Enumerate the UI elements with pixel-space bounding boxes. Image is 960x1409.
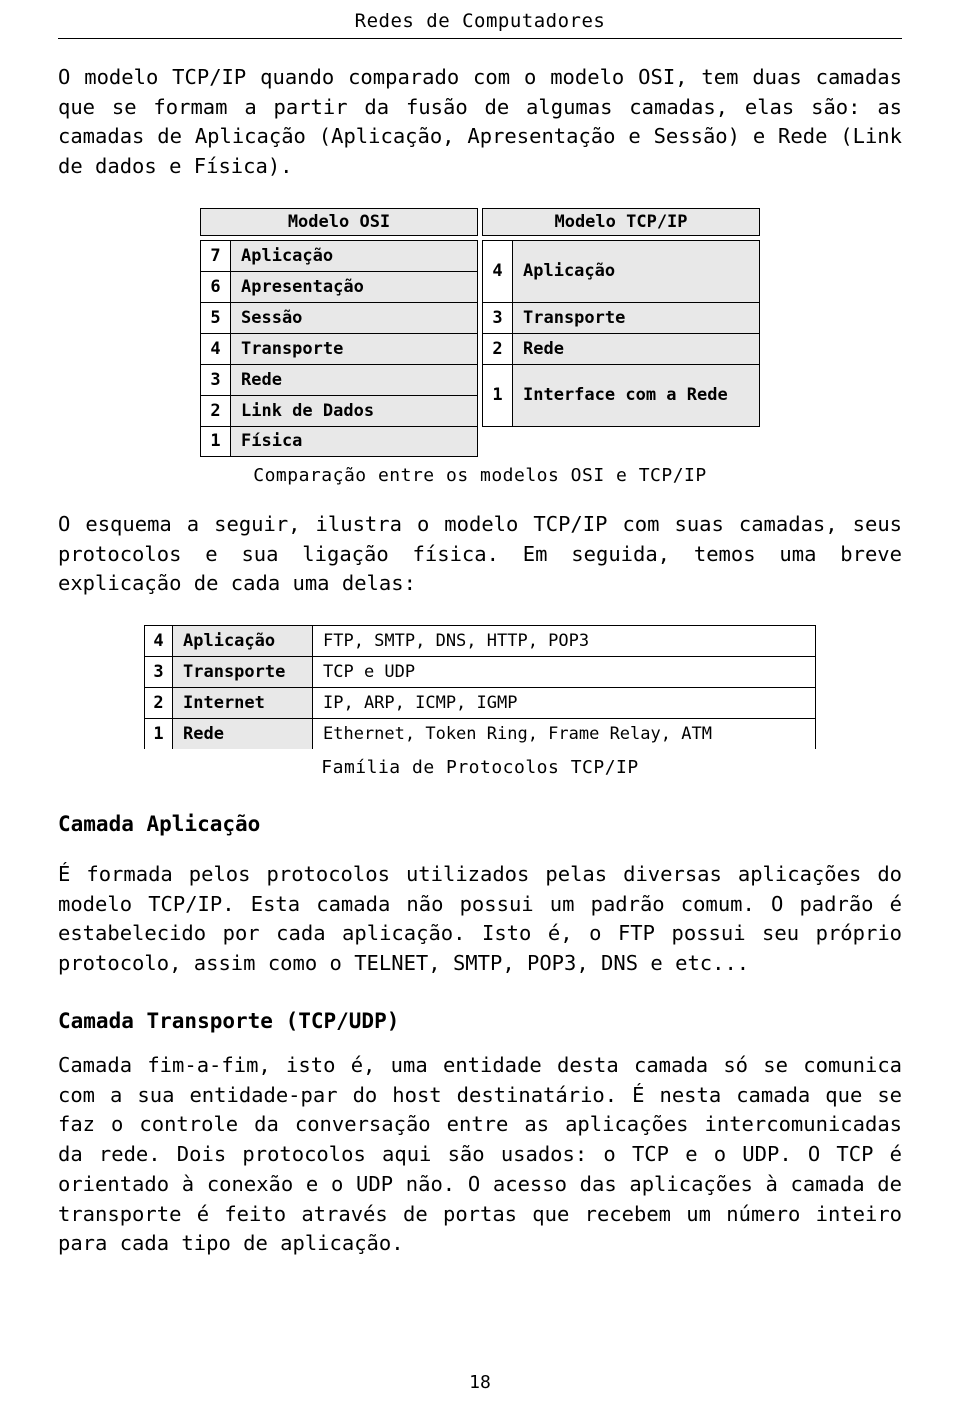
header-title: Redes de Computadores (354, 10, 606, 32)
protocol-list: Ethernet, Token Ring, Frame Relay, ATM (313, 719, 815, 750)
comparison-table-body: 7 Aplicação 6 Apresentação 5 Sessão 4 Tr… (200, 239, 760, 457)
protocol-layer-name: Rede (173, 719, 313, 750)
protocol-layer-number: 4 (145, 626, 173, 657)
protocol-list: FTP, SMTP, DNS, HTTP, POP3 (313, 626, 815, 657)
osi-row: 6 Apresentação (200, 270, 478, 302)
osi-row: 1 Física (200, 425, 478, 457)
tcpip-layer-number: 2 (483, 333, 513, 364)
osi-column: 7 Aplicação 6 Apresentação 5 Sessão 4 Tr… (200, 239, 478, 457)
header-divider (58, 38, 902, 39)
osi-layer-number: 4 (201, 333, 231, 364)
osi-row: 5 Sessão (200, 301, 478, 333)
osi-layer-number: 1 (201, 426, 231, 456)
tcpip-layer-name: Interface com a Rede (523, 385, 728, 406)
osi-row: 3 Rede (200, 363, 478, 395)
protocol-layer-number: 3 (145, 657, 173, 688)
protocol-list: TCP e UDP (313, 657, 815, 688)
osi-row: 4 Transporte (200, 332, 478, 364)
osi-layer-number: 5 (201, 302, 231, 333)
comparison-table: Modelo OSI Modelo TCP/IP 7 Aplicação 6 A… (200, 207, 760, 486)
tcpip-layer-name: Rede (523, 338, 564, 359)
tcpip-layer-number: 1 (483, 364, 513, 426)
comparison-figure: Modelo OSI Modelo TCP/IP 7 Aplicação 6 A… (58, 207, 902, 486)
osi-layer-number: 7 (201, 240, 231, 271)
osi-layer-number: 6 (201, 271, 231, 302)
osi-layer-name: Apresentação (241, 276, 364, 297)
osi-layer-number: 3 (201, 364, 231, 395)
mid-paragraph: O esquema a seguir, ilustra o modelo TCP… (58, 511, 902, 596)
tcpip-column: 4 Aplicação 3 Transporte 2 Rede 1 Interf… (482, 239, 760, 457)
document-page: Redes de Computadores O modelo TCP/IP qu… (0, 0, 960, 1409)
intro-paragraph: O modelo TCP/IP quando comparado com o m… (58, 65, 902, 179)
tcpip-row: 3 Transporte (482, 301, 760, 333)
protocol-caption: Família de Protocolos TCP/IP (321, 757, 639, 779)
section-text-aplicacao: É formada pelos protocolos utilizados pe… (58, 862, 902, 976)
comparison-caption: Comparação entre os modelos OSI e TCP/IP (253, 464, 707, 486)
protocol-figure: 4 Aplicação FTP, SMTP, DNS, HTTP, POP3 3… (58, 625, 902, 778)
protocol-row: 4 Aplicação FTP, SMTP, DNS, HTTP, POP3 (144, 625, 816, 657)
protocol-layer-name: Transporte (173, 657, 313, 688)
tcpip-layer-number: 3 (483, 302, 513, 333)
osi-layer-name: Aplicação (241, 245, 334, 266)
protocol-layer-name: Internet (173, 688, 313, 719)
tcpip-row: 2 Rede (482, 332, 760, 364)
section-heading-aplicacao: Camada Aplicação (58, 812, 261, 837)
header-cell-tcpip: Modelo TCP/IP (482, 207, 760, 236)
tcpip-layer-name: Aplicação (523, 261, 616, 282)
protocol-table: 4 Aplicação FTP, SMTP, DNS, HTTP, POP3 3… (144, 625, 816, 778)
osi-layer-name: Link de Dados (241, 400, 375, 421)
protocol-row: 3 Transporte TCP e UDP (144, 656, 816, 688)
protocol-layer-name: Aplicação (173, 626, 313, 657)
protocol-layer-number: 1 (145, 719, 173, 750)
osi-layer-name: Transporte (241, 338, 344, 359)
tcpip-layer-number: 4 (483, 240, 513, 302)
tcpip-row: 4 Aplicação (482, 239, 760, 302)
section-text-transporte: Camada fim-a-fim, isto é, uma entidade d… (58, 1052, 902, 1256)
protocol-list: IP, ARP, ICMP, IGMP (313, 688, 815, 719)
page-header: Redes de Computadores (58, 0, 902, 38)
osi-layer-number: 2 (201, 395, 231, 426)
osi-layer-name: Sessão (241, 307, 303, 328)
tcpip-row: 1 Interface com a Rede (482, 363, 760, 427)
osi-row: 2 Link de Dados (200, 394, 478, 426)
protocol-layer-number: 2 (145, 688, 173, 719)
protocol-row: 2 Internet IP, ARP, ICMP, IGMP (144, 687, 816, 719)
comparison-table-header: Modelo OSI Modelo TCP/IP (200, 207, 760, 236)
osi-layer-name: Física (241, 431, 303, 452)
header-cell-osi: Modelo OSI (200, 207, 478, 236)
tcpip-layer-name: Transporte (523, 307, 626, 328)
page-number: 18 (469, 1372, 491, 1393)
protocol-row: 1 Rede Ethernet, Token Ring, Frame Relay… (144, 718, 816, 750)
osi-row: 7 Aplicação (200, 239, 478, 271)
osi-layer-name: Rede (241, 369, 282, 390)
section-heading-transporte: Camada Transporte (TCP/UDP) (58, 1008, 400, 1033)
